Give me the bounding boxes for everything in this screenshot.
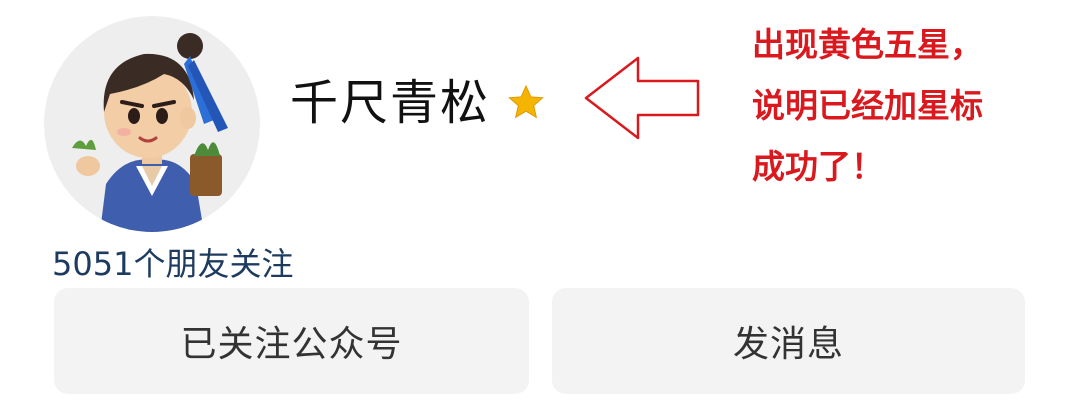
annotation-line-1: 出现黄色五星， bbox=[752, 25, 983, 64]
followed-account-button-label: 已关注公众号 bbox=[180, 324, 403, 365]
account-name: 千尺青松 bbox=[290, 75, 491, 131]
send-message-button-label: 发消息 bbox=[732, 324, 844, 365]
annotation-text: 出现黄色五星， 说明已经加星标 成功了！ bbox=[752, 14, 1062, 197]
annotation-line-2: 说明已经加星标 bbox=[752, 86, 983, 125]
avatar-illustration bbox=[44, 16, 260, 232]
annotation-line-3: 成功了！ bbox=[752, 147, 884, 186]
send-message-button[interactable]: 发消息 bbox=[552, 288, 1025, 394]
followers-count: 5051个朋友关注 bbox=[52, 245, 294, 283]
avatar[interactable] bbox=[44, 16, 260, 232]
profile-name-row: 千尺青松 bbox=[290, 74, 546, 132]
star-icon[interactable] bbox=[506, 83, 546, 123]
followed-account-button[interactable]: 已关注公众号 bbox=[54, 288, 529, 394]
arrow-left-icon bbox=[584, 56, 700, 140]
